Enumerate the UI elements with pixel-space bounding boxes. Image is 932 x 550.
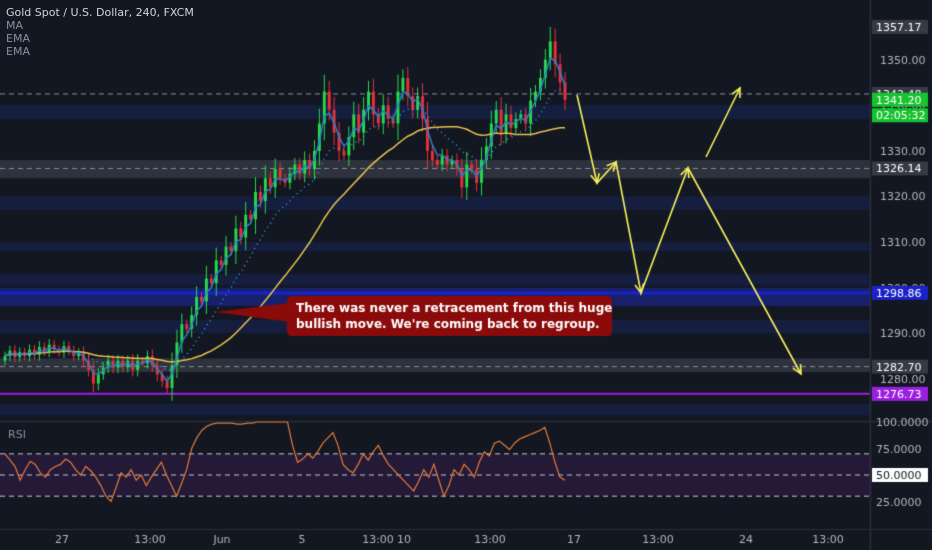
indicator-ema-1: EMA xyxy=(6,32,30,45)
indicator-ma: MA xyxy=(6,19,24,32)
chart-legend: Gold Spot / U.S. Dollar, 240, FXCM MA EM… xyxy=(6,6,194,58)
indicator-ema-2: EMA xyxy=(6,45,30,58)
price-chart[interactable] xyxy=(0,0,932,550)
chart-title: Gold Spot / U.S. Dollar, 240, FXCM xyxy=(6,6,194,19)
